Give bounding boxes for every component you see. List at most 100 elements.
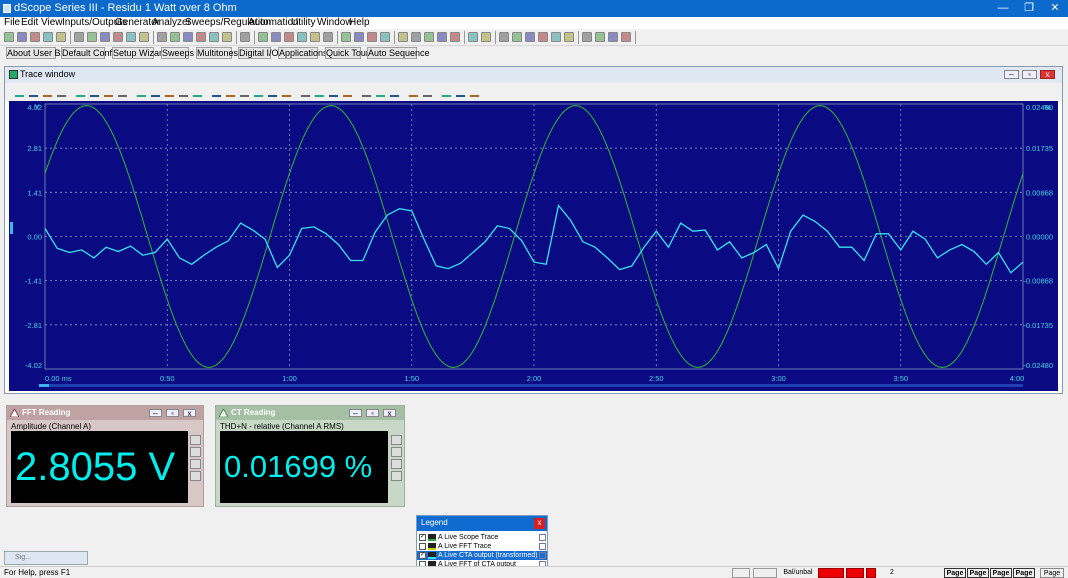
minimized-window[interactable]: Sig... [4, 551, 88, 565]
toolbar-tool-icon[interactable] [222, 32, 232, 42]
toolbar-tool-icon[interactable] [74, 32, 84, 42]
reading-alarm-icon[interactable] [190, 447, 201, 457]
reading-limit-icon[interactable] [391, 471, 402, 481]
trace-tool-icon[interactable] [179, 88, 188, 97]
trace-tool-icon[interactable] [240, 88, 249, 97]
toolbar-tool-icon[interactable] [564, 32, 574, 42]
toolbar-tool-icon[interactable] [240, 32, 250, 42]
trace-tool-icon[interactable] [193, 88, 202, 97]
legend-item[interactable]: ✓ A Live Scope Trace [417, 533, 547, 542]
legend-properties-icon[interactable] [539, 543, 546, 550]
trace-minimize-button[interactable]: – [1004, 70, 1019, 79]
toolbar-tool-icon[interactable] [56, 32, 66, 42]
toolbar-tool-icon[interactable] [43, 32, 53, 42]
reading-settings-icon[interactable] [190, 435, 201, 445]
trace-tool-icon[interactable] [151, 88, 160, 97]
toolbar-tool-icon[interactable] [380, 32, 390, 42]
toolbar-tool-icon[interactable] [398, 32, 408, 42]
legend-item[interactable]: A Live FFT Trace [417, 542, 547, 551]
legend-checkbox[interactable]: ✓ [419, 534, 426, 541]
toolbar-tool-icon[interactable] [595, 32, 605, 42]
toolbar-tool-icon[interactable] [258, 32, 268, 42]
menu-file[interactable]: File [4, 17, 20, 29]
page-5-tab[interactable]: Page 5 [1040, 568, 1064, 578]
toolbar-tool-icon[interactable] [196, 32, 206, 42]
trace-tool-icon[interactable] [15, 88, 24, 97]
trace-tool-icon[interactable] [212, 88, 221, 97]
y-marker[interactable] [10, 222, 13, 234]
reading-alarm-icon[interactable] [391, 447, 402, 457]
trace-tool-icon[interactable] [90, 88, 99, 97]
menu-utility[interactable]: Utility [291, 17, 315, 29]
trace-tool-icon[interactable] [315, 88, 324, 97]
toolbar-tool-icon[interactable] [424, 32, 434, 42]
ct-minimize-button[interactable]: – [349, 409, 362, 418]
toolbar-tool-icon[interactable] [367, 32, 377, 42]
toolbar-tool-icon[interactable] [450, 32, 460, 42]
toolbar-tool-icon[interactable] [157, 32, 167, 42]
legend-item[interactable]: ✓ A Live CTA output (transformed) [417, 551, 547, 560]
page-1-tab[interactable]: Page 1 [944, 568, 966, 578]
trace-tool-icon[interactable] [268, 88, 277, 97]
trace-tool-icon[interactable] [390, 88, 399, 97]
legend-checkbox[interactable] [419, 543, 426, 550]
toolbar-tool-icon[interactable] [100, 32, 110, 42]
trace-tool-icon[interactable] [118, 88, 127, 97]
fft-close-button[interactable]: x [183, 409, 196, 418]
toolbar-tool-icon[interactable] [139, 32, 149, 42]
trace-tool-icon[interactable] [329, 88, 338, 97]
fft-minimize-button[interactable]: – [149, 409, 162, 418]
trace-tool-icon[interactable] [226, 88, 235, 97]
trace-tool-icon[interactable] [57, 88, 66, 97]
toolbar-tool-icon[interactable] [170, 32, 180, 42]
toolbar-tool-icon[interactable] [525, 32, 535, 42]
toolbar-tool-icon[interactable] [297, 32, 307, 42]
toolbar-tool-icon[interactable] [209, 32, 219, 42]
trace-tool-icon[interactable] [254, 88, 263, 97]
fft-maximize-button[interactable]: ▫ [166, 409, 179, 418]
x-scrollbar-thumb[interactable] [39, 384, 49, 387]
menu-edit[interactable]: Edit [21, 17, 38, 29]
toolbar-tool-icon[interactable] [512, 32, 522, 42]
quick-tour-button[interactable]: Quick Tour [325, 47, 369, 59]
trace-tool-icon[interactable] [362, 88, 371, 97]
page-2-tab[interactable]: Page 2 [967, 568, 989, 578]
toolbar-tool-icon[interactable] [551, 32, 561, 42]
trace-tool-icon[interactable] [43, 88, 52, 97]
toolbar-tool-icon[interactable] [582, 32, 592, 42]
toolbar-tool-icon[interactable] [621, 32, 631, 42]
setup-wizard-button[interactable]: Setup Wizard [112, 47, 167, 59]
toolbar-tool-icon[interactable] [87, 32, 97, 42]
trace-tool-icon[interactable] [409, 88, 418, 97]
toolbar-tool-icon[interactable] [354, 32, 364, 42]
trace-tool-icon[interactable] [76, 88, 85, 97]
trace-tool-icon[interactable] [470, 88, 479, 97]
reading-limit-icon[interactable] [190, 471, 201, 481]
default-config-button[interactable]: Default Config [61, 47, 119, 59]
about-user-bar-button[interactable]: About User Bar [6, 47, 69, 59]
legend-properties-icon[interactable] [539, 534, 546, 541]
legend-close-button[interactable]: x [534, 518, 545, 529]
toolbar-tool-icon[interactable] [17, 32, 27, 42]
close-button[interactable]: ✕ [1042, 0, 1068, 17]
auto-sequence-button[interactable]: Auto Sequence [367, 47, 430, 59]
toolbar-tool-icon[interactable] [323, 32, 333, 42]
menu-view[interactable]: View [41, 17, 63, 29]
x-scrollbar-track[interactable] [39, 384, 1023, 387]
toolbar-tool-icon[interactable] [411, 32, 421, 42]
toolbar-tool-icon[interactable] [341, 32, 351, 42]
trace-close-button[interactable]: x [1040, 70, 1055, 79]
trace-tool-icon[interactable] [456, 88, 465, 97]
trace-tool-icon[interactable] [442, 88, 451, 97]
page-4-tab[interactable]: Page 4 [1013, 568, 1035, 578]
toolbar-tool-icon[interactable] [126, 32, 136, 42]
trace-tool-icon[interactable] [343, 88, 352, 97]
toolbar-tool-icon[interactable] [468, 32, 478, 42]
trace-tool-icon[interactable] [282, 88, 291, 97]
digital-io-button[interactable]: Digital I/O [238, 47, 279, 59]
toolbar-tool-icon[interactable] [271, 32, 281, 42]
trace-tool-icon[interactable] [423, 88, 432, 97]
toolbar-tool-icon[interactable] [30, 32, 40, 42]
reading-log-icon[interactable] [190, 459, 201, 469]
trace-tool-icon[interactable] [301, 88, 310, 97]
